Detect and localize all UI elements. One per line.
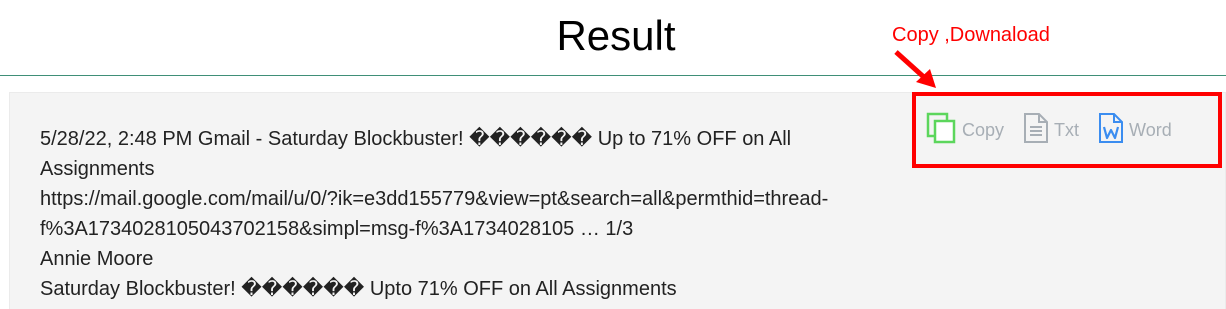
result-line: Annie Moore [40, 248, 154, 270]
page: Result 5/28/22, 2:48 PM Gmail - Saturday… [0, 0, 1226, 309]
result-line: Assignments [40, 158, 155, 180]
result-line: 5/28/22, 2:48 PM Gmail - Saturday Blockb… [40, 128, 792, 150]
result-line: f%3A1734028105043702158&simpl=msg-f%3A17… [40, 218, 634, 240]
result-line: https://mail.google.com/mail/u/0/?ik=e3d… [40, 188, 829, 210]
result-line: Saturday Blockbuster! ������ Upto 71% OF… [40, 278, 677, 300]
annotation-arrow-icon [894, 50, 936, 88]
result-text: 5/28/22, 2:48 PM Gmail - Saturday Blockb… [40, 124, 900, 304]
title-divider [0, 75, 1226, 76]
annotation-highlight-box [912, 92, 1222, 168]
annotation-label: Copy ,Downaload [892, 24, 1050, 46]
